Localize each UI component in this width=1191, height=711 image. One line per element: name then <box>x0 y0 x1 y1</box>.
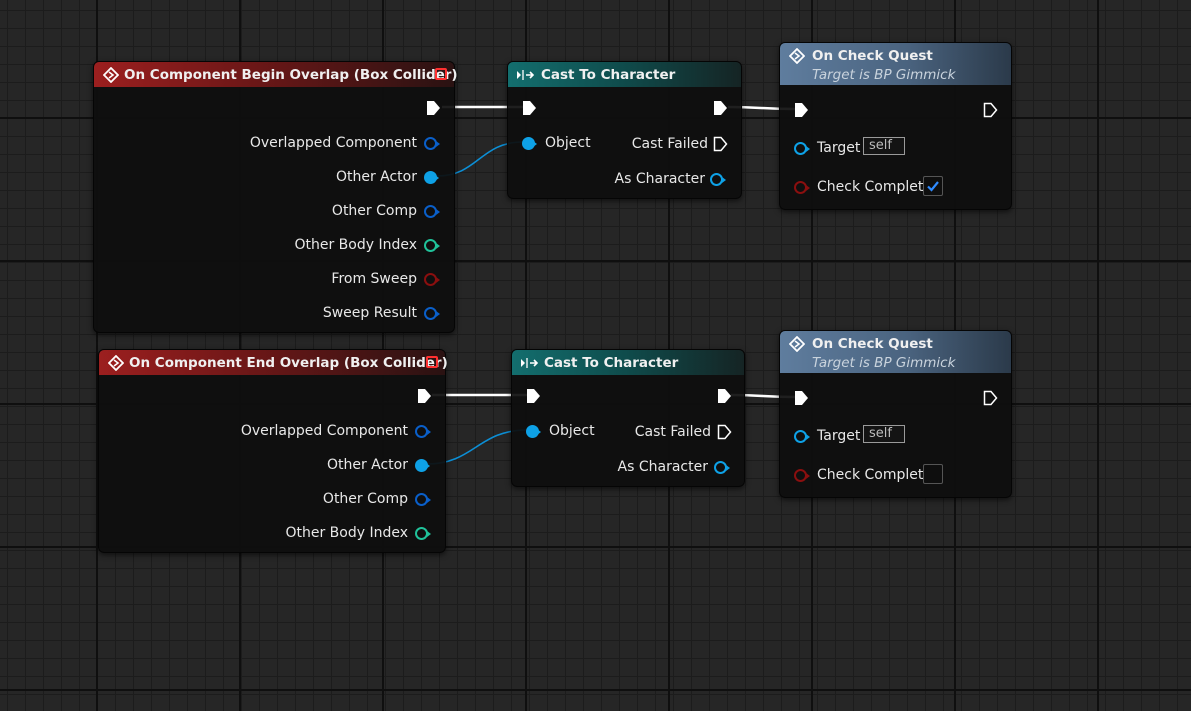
stop-icon <box>435 68 447 80</box>
pin-label-check-complete: Check Complete <box>817 179 932 195</box>
function-diamond-icon <box>789 336 805 352</box>
node-header[interactable]: On Component End Overlap (Box Collider) <box>99 350 448 375</box>
function-diamond-icon <box>789 48 805 64</box>
pin-object[interactable] <box>522 137 537 150</box>
pin-sweep-result[interactable] <box>424 307 440 320</box>
exec-in-pin[interactable] <box>522 100 537 116</box>
pin-object[interactable] <box>526 425 541 438</box>
exec-out-pin[interactable] <box>717 388 732 404</box>
target-self-field[interactable]: self <box>863 137 905 155</box>
pin-overlapped-component[interactable] <box>424 137 440 150</box>
pin-label-overlapped-component: Overlapped Component <box>240 423 408 439</box>
node-header[interactable]: Cast To Character <box>512 350 744 375</box>
pin-other-comp[interactable] <box>415 493 431 506</box>
cast-arrow-icon <box>521 358 539 368</box>
node-title: On Check Quest <box>812 336 933 352</box>
check-complete-checkbox[interactable] <box>923 176 943 196</box>
pin-label-other-body-index: Other Body Index <box>285 525 408 541</box>
pin-label-as-character: As Character <box>617 459 708 475</box>
exec-out-pin[interactable] <box>983 102 998 118</box>
pin-label-other-actor: Other Actor <box>335 169 417 185</box>
node-title: On Component Begin Overlap (Box Collider… <box>124 67 458 83</box>
check-complete-checkbox[interactable] <box>923 464 943 484</box>
node-title: Cast To Character <box>544 355 679 371</box>
node-begin-overlap[interactable]: On Component Begin Overlap (Box Collider… <box>93 61 458 333</box>
pin-label-target: Target <box>817 140 861 156</box>
pin-label-other-actor: Other Actor <box>326 457 408 473</box>
pin-label-check-complete: Check Complete <box>817 467 932 483</box>
node-title: On Check Quest <box>812 48 933 64</box>
exec-cast-failed-pin[interactable] <box>717 424 732 440</box>
node-subtitle: Target is BP Gimmick <box>812 355 956 371</box>
pin-label-other-body-index: Other Body Index <box>294 237 417 253</box>
pin-check-complete[interactable] <box>794 469 810 482</box>
exec-cast-failed-pin[interactable] <box>713 136 728 152</box>
exec-in-pin[interactable] <box>526 388 541 404</box>
exec-out-pin[interactable] <box>983 390 998 406</box>
cast-arrow-icon <box>517 70 535 80</box>
exec-out-pin[interactable] <box>417 388 432 404</box>
node-cast-to-character-1[interactable]: Cast To Character Object Cast Failed As … <box>507 61 742 199</box>
node-on-check-quest-1[interactable]: On Check Quest Target is BP Gimmick Targ… <box>779 42 1012 210</box>
pin-label-cast-failed: Cast Failed <box>631 136 708 152</box>
pin-label-overlapped-component: Overlapped Component <box>249 135 417 151</box>
exec-out-pin[interactable] <box>713 100 728 116</box>
node-end-overlap[interactable]: On Component End Overlap (Box Collider) … <box>98 349 448 553</box>
pin-target[interactable] <box>794 430 810 443</box>
pin-label-from-sweep: From Sweep <box>331 271 417 287</box>
pin-other-body-index[interactable] <box>424 239 440 252</box>
checkmark-icon <box>927 181 939 192</box>
stop-icon <box>426 356 438 368</box>
event-diamond-icon <box>103 67 119 83</box>
pin-label-object: Object <box>549 423 595 439</box>
node-title: On Component End Overlap (Box Collider) <box>129 355 448 371</box>
pin-other-actor[interactable] <box>424 171 439 184</box>
pin-label-other-comp: Other Comp <box>331 203 417 219</box>
pin-other-body-index[interactable] <box>415 527 431 540</box>
pin-check-complete[interactable] <box>794 181 810 194</box>
pin-label-target: Target <box>817 428 861 444</box>
node-header[interactable]: On Check Quest Target is BP Gimmick <box>780 331 1011 373</box>
pin-label-as-character: As Character <box>614 171 705 187</box>
pin-label-sweep-result: Sweep Result <box>322 305 417 321</box>
pin-overlapped-component[interactable] <box>415 425 431 438</box>
pin-from-sweep[interactable] <box>424 273 440 286</box>
pin-label-other-comp: Other Comp <box>322 491 408 507</box>
node-header[interactable]: On Check Quest Target is BP Gimmick <box>780 43 1011 85</box>
pin-other-comp[interactable] <box>424 205 440 218</box>
node-header[interactable]: On Component Begin Overlap (Box Collider… <box>94 62 458 87</box>
exec-out-pin[interactable] <box>426 100 441 116</box>
pin-label-object: Object <box>545 135 591 151</box>
node-on-check-quest-2[interactable]: On Check Quest Target is BP Gimmick Targ… <box>779 330 1012 498</box>
pin-as-character[interactable] <box>710 173 726 186</box>
target-self-field[interactable]: self <box>863 425 905 443</box>
node-cast-to-character-2[interactable]: Cast To Character Object Cast Failed As … <box>511 349 745 487</box>
node-subtitle: Target is BP Gimmick <box>812 67 956 83</box>
node-title: Cast To Character <box>541 67 676 83</box>
node-header[interactable]: Cast To Character <box>508 62 741 87</box>
pin-as-character[interactable] <box>714 461 730 474</box>
pin-target[interactable] <box>794 142 810 155</box>
pin-label-cast-failed: Cast Failed <box>634 424 711 440</box>
exec-in-pin[interactable] <box>794 390 809 406</box>
pin-other-actor[interactable] <box>415 459 430 472</box>
event-diamond-icon <box>108 355 124 371</box>
exec-in-pin[interactable] <box>794 102 809 118</box>
